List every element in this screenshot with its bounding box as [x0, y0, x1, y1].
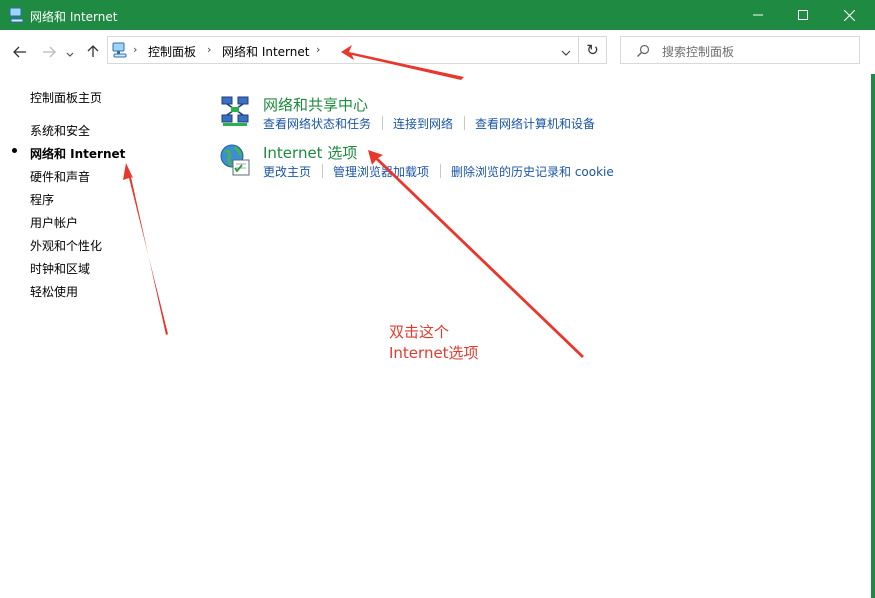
- window-border: [871, 74, 875, 598]
- annotation-arrow: [368, 150, 584, 358]
- annotation-arrow: [123, 163, 168, 335]
- annotation-arrow: [341, 45, 464, 80]
- annotation-arrows: [123, 45, 584, 358]
